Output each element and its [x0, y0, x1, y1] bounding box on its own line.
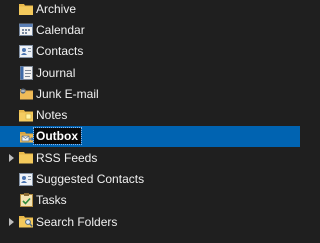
suggested-contacts-icon [18, 171, 34, 187]
outbox-icon [18, 128, 34, 144]
folder-item-tasks[interactable]: Tasks [0, 190, 300, 211]
folder-pane: Archive Calendar Contacts Journal Junk E… [0, 0, 300, 243]
junk-email-icon [18, 86, 34, 102]
folder-label: Suggested Contacts [36, 172, 145, 187]
folder-tree: Archive Calendar Contacts Journal Junk E… [0, 0, 300, 232]
archive-folder-icon [18, 1, 34, 17]
folder-label: Junk E-mail [36, 86, 99, 101]
folder-item-junk-email[interactable]: Junk E-mail [0, 83, 300, 104]
folder-label: Archive [36, 1, 77, 16]
folder-label: Outbox [33, 127, 82, 146]
folder-item-suggested-contacts[interactable]: Suggested Contacts [0, 168, 300, 189]
folder-item-search-folders[interactable]: Search Folders [0, 211, 300, 232]
rss-folder-icon [18, 150, 34, 166]
search-folders-icon [18, 214, 34, 230]
folder-item-contacts[interactable]: Contacts [0, 41, 300, 62]
journal-icon [18, 65, 34, 81]
expand-arrow[interactable] [0, 211, 16, 232]
folder-label: Journal [36, 65, 76, 80]
folder-item-notes[interactable]: Notes [0, 104, 300, 125]
expand-arrow[interactable] [0, 147, 16, 168]
folder-item-outbox[interactable]: Outbox [0, 125, 300, 148]
folder-item-journal[interactable]: Journal [0, 62, 300, 83]
contacts-icon [18, 43, 34, 59]
folder-label: Tasks [36, 193, 67, 208]
folder-label: Notes [36, 108, 68, 123]
chevron-right-icon [8, 153, 14, 162]
folder-item-archive[interactable]: Archive [0, 0, 300, 19]
folder-label: RSS Feeds [36, 150, 98, 165]
notes-icon [18, 107, 34, 123]
folder-label: Contacts [36, 44, 84, 59]
folder-item-rss-feeds[interactable]: RSS Feeds [0, 147, 300, 168]
folder-label: Search Folders [36, 214, 118, 229]
folder-item-calendar[interactable]: Calendar [0, 19, 300, 40]
folder-label: Calendar [36, 22, 85, 37]
tasks-icon [18, 192, 34, 208]
calendar-icon [18, 22, 34, 38]
chevron-right-icon [8, 217, 14, 226]
